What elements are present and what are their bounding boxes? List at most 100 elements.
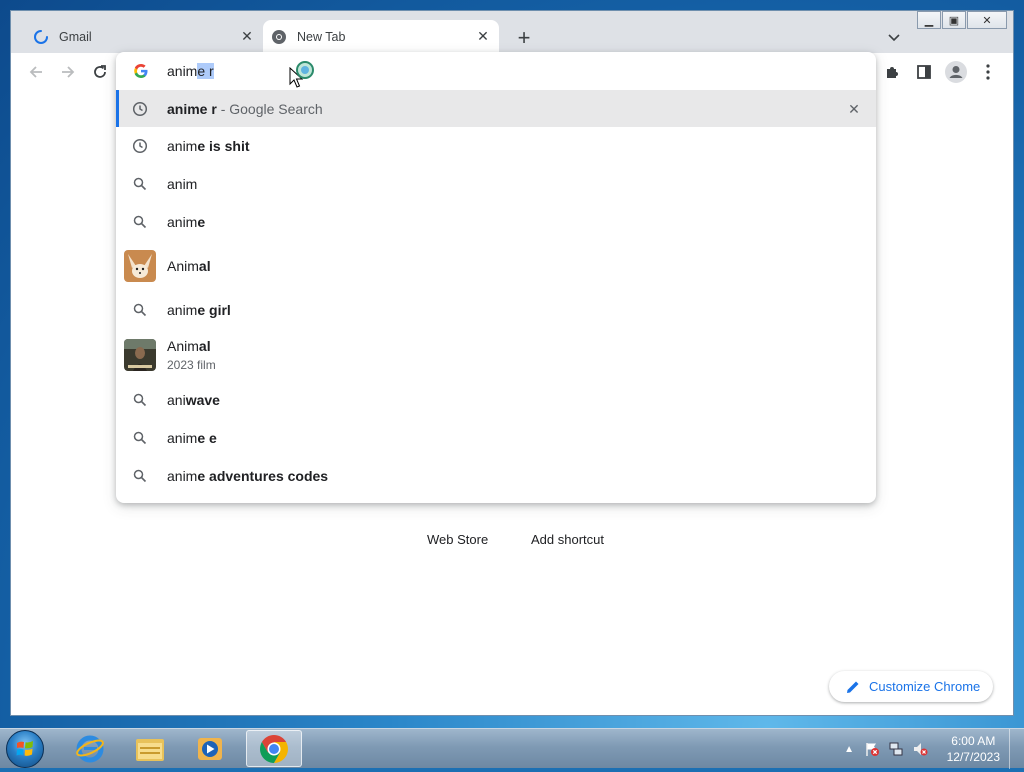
reload-button[interactable] [89,61,111,83]
suggestion-text: anime r - Google Search [167,101,323,117]
taskbar-chrome[interactable] [246,730,302,767]
suggestion-text-block: anime e [167,430,217,446]
close-tab-icon[interactable]: ✕ [237,27,257,47]
shortcut-web-store[interactable]: Web Store [427,532,488,547]
taskbar: ▲ 6:00 AM 12/7/2023 [0,728,1024,769]
taskbar-media-player[interactable] [182,730,238,767]
suggestion-text-block: anime adventures codes [167,468,328,484]
history-clock-icon [132,101,148,116]
suggestion-row[interactable]: anime adventures codes [116,457,876,495]
chevron-down-icon [888,34,900,42]
close-tab-icon[interactable]: ✕ [473,27,493,47]
volume-muted-icon[interactable] [912,741,928,757]
suggestion-text: anime adventures codes [167,468,328,484]
suggestion-text-block: anime [167,214,205,230]
suggestion-text-part: e e [197,430,217,446]
suggestion-subtitle: 2023 film [167,358,216,372]
suggestion-row[interactable]: anim [116,165,876,203]
suggestion-text: anime [167,214,205,230]
taskbar-ie[interactable] [62,730,118,767]
show-hidden-icons-icon[interactable]: ▲ [844,744,854,755]
internet-explorer-icon [76,735,104,762]
suggestion-text: anime is shit [167,138,250,154]
search-icon [133,469,147,483]
maximize-button[interactable]: ▣ [942,11,966,29]
tab-new-tab[interactable]: New Tab ✕ [263,20,499,53]
busy-indicator-icon [296,61,314,79]
suggestion-text-part: - Google Search [216,100,323,117]
chrome-icon [272,29,286,44]
taskbar-explorer[interactable] [122,730,178,767]
suggestion-row[interactable]: anime e [116,419,876,457]
suggestion-text-part: anim [167,430,198,446]
suggestion-text-part: al [198,258,211,274]
omnibox-text[interactable]: anime r [167,63,214,79]
suggestion-text-block: Animal [167,258,211,274]
suggestion-text-block: anime is shit [167,138,250,154]
start-button[interactable] [6,730,44,768]
search-icon [133,431,147,445]
tab-title: New Tab [297,29,346,44]
suggestion-text: anime e [167,430,217,446]
suggestion-text-part: anime r [167,100,217,117]
chrome-icon [260,734,288,763]
new-tab-button[interactable]: + [511,25,537,51]
system-tray: ▲ [844,729,928,769]
suggestion-text-part: ani [167,392,186,408]
google-icon [134,64,148,78]
minimize-button[interactable]: ▁ [917,11,941,29]
search-icon [133,393,147,407]
suggestion-text: anim [167,176,197,192]
suggestion-row[interactable]: aniwave [116,381,876,419]
autocomplete-selection: e r [197,63,214,79]
loading-spinner-icon [34,29,48,44]
pencil-icon [847,681,859,693]
search-icon-wrap [132,302,148,318]
arrow-left-icon [29,66,42,78]
action-center-flag-icon[interactable] [864,741,880,757]
suggestion-text-part: al [198,338,211,354]
customize-chrome-button[interactable]: Customize Chrome [829,671,993,702]
reload-icon [94,65,106,78]
customize-label: Customize Chrome [869,679,981,694]
selection-indicator [116,90,119,127]
suggestion-row[interactable]: Animal [116,241,876,291]
suggestion-text-part: wave [185,392,220,408]
suggestion-row[interactable]: anime [116,203,876,241]
forward-button[interactable] [57,61,79,83]
tab-search-button[interactable] [883,27,905,49]
suggestion-text-part: e [197,214,206,230]
back-button[interactable] [25,61,47,83]
extensions-button[interactable] [881,61,903,83]
close-button[interactable]: ✕ [967,11,1007,29]
suggestion-row[interactable]: anime girl [116,291,876,329]
suggestion-text-block: Animal 2023 film [167,338,216,372]
suggestion-text-part: anim [167,214,198,230]
menu-button[interactable] [977,61,999,83]
remove-suggestion-icon[interactable]: ✕ [846,101,862,117]
avatar-icon [945,61,967,83]
suggestion-text: Animal [167,258,211,274]
suggestion-text: anime girl [167,302,231,318]
profile-button[interactable] [945,61,967,83]
side-panel-button[interactable] [913,61,935,83]
suggestion-row[interactable]: anime is shit [116,127,876,165]
suggestion-text-block: anim [167,176,197,192]
suggestion-text-part: anim [167,176,198,192]
suggestion-row[interactable]: Animal 2023 film [116,329,876,381]
tab-gmail[interactable]: Gmail ✕ [25,20,263,53]
address-bar[interactable]: anime r [116,52,876,90]
network-icon[interactable] [888,741,904,757]
film-poster-thumbnail [124,339,156,371]
fennec-fox-thumbnail [124,250,156,282]
tab-strip: Gmail ✕ New Tab ✕ + ▁ ▣ ✕ [11,11,1013,53]
history-icon-wrap [132,138,148,154]
shortcut-add[interactable]: Add shortcut [531,532,604,547]
suggestion-row[interactable]: anime r - Google Search ✕ [116,90,876,127]
show-desktop-button[interactable] [1009,729,1024,769]
history-icon-wrap [132,101,148,117]
windows-logo-icon [16,741,33,756]
suggestion-text: Animal [167,338,216,354]
clock[interactable]: 6:00 AM 12/7/2023 [947,733,1000,765]
search-icon-wrap [132,430,148,446]
